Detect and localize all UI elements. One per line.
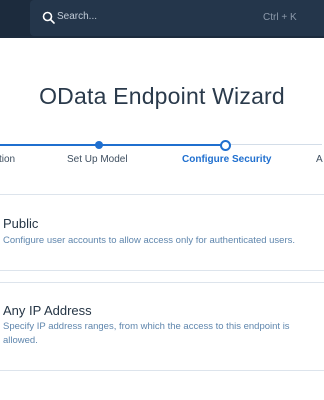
option-description: Specify IP address ranges, from which th… [3, 321, 290, 346]
divider [0, 270, 324, 271]
top-navigation-bar: Search... Ctrl + K [0, 0, 324, 38]
divider [0, 370, 324, 371]
option-title: Public [3, 216, 39, 231]
stepper-progress [0, 144, 225, 146]
step-label-configure-security[interactable]: Configure Security [182, 154, 271, 165]
search-shortcut-hint: Ctrl + K [263, 12, 297, 23]
search-icon [42, 11, 55, 24]
step-marker-set-up-model [95, 141, 103, 149]
step-label-previous[interactable]: tion [0, 154, 15, 165]
divider [0, 282, 324, 283]
step-label-next[interactable]: A [316, 154, 323, 165]
divider [0, 194, 324, 195]
search-placeholder: Search... [57, 11, 98, 22]
option-title: Any IP Address [3, 303, 92, 318]
option-description: Configure user accounts to allow access … [3, 235, 296, 246]
page-title: OData Endpoint Wizard [39, 83, 285, 109]
step-label-set-up-model[interactable]: Set Up Model [67, 154, 128, 165]
step-marker-configure-security [220, 140, 231, 151]
